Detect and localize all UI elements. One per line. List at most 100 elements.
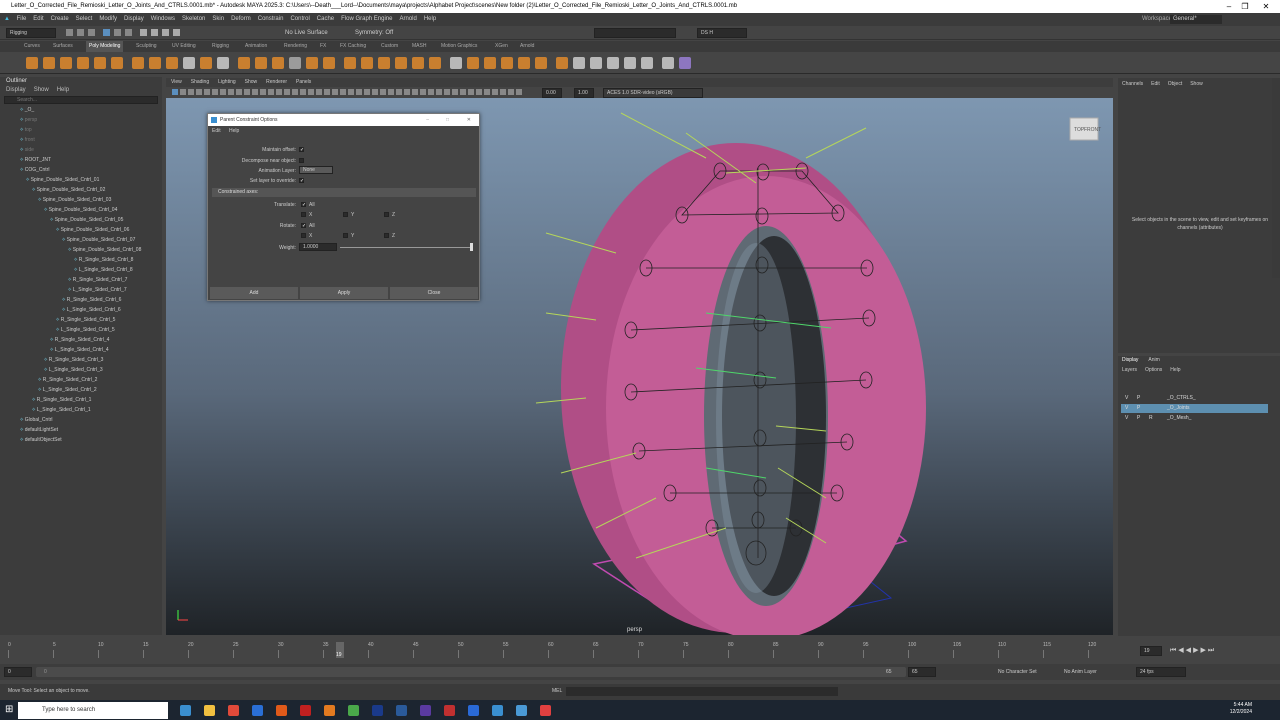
windows-start-icon[interactable]: ⊞ <box>5 704 13 715</box>
taskbar-search-input[interactable]: Type here to search <box>18 702 168 719</box>
viewport-tool-icon[interactable] <box>476 89 482 95</box>
outliner-item[interactable]: ⟡ COG_Cntrl <box>0 165 162 175</box>
viewport-menu-lighting[interactable]: Lighting <box>218 79 236 85</box>
shelf-tool-icon[interactable] <box>132 57 144 69</box>
shelf-tool-icon[interactable] <box>501 57 513 69</box>
constrained-axes-header[interactable]: Constrained axes: <box>212 188 476 197</box>
outliner-item[interactable]: ⟡ _O_ <box>0 105 162 115</box>
viewport-tool-icon[interactable] <box>252 89 258 95</box>
shelf-tab-motion-graphics[interactable]: Motion Graphics <box>441 41 477 52</box>
gamma-field[interactable]: 1.00 <box>574 88 594 98</box>
add-button[interactable]: Add <box>210 287 298 299</box>
viewport-tool-icon[interactable] <box>444 89 450 95</box>
viewport-tool-icon[interactable] <box>308 89 314 95</box>
shelf-tab-rigging[interactable]: Rigging <box>212 41 229 52</box>
viewport-tool-icon[interactable] <box>276 89 282 95</box>
viewport-tool-icon[interactable] <box>236 89 242 95</box>
shelf-tab-mash[interactable]: MASH <box>412 41 426 52</box>
shelf-tab-poly-modeling[interactable]: Poly Modeling <box>86 41 124 52</box>
outliner-item[interactable]: ⟡ Spine_Double_Sided_Cntrl_07 <box>0 235 162 245</box>
outliner-item[interactable]: ⟡ persp <box>0 115 162 125</box>
shelf-tool-icon[interactable] <box>60 57 72 69</box>
outliner-item[interactable]: ⟡ defaultLightSet <box>0 425 162 435</box>
channel-menu-show[interactable]: Show <box>1190 81 1203 87</box>
viewport-tool-icon[interactable] <box>212 89 218 95</box>
shelf-tab-xgen[interactable]: XGen <box>495 41 508 52</box>
outliner-item[interactable]: ⟡ L_Single_Sided_Cntrl_2 <box>0 385 162 395</box>
apply-button[interactable]: Apply <box>300 287 388 299</box>
viewport-tool-icon[interactable] <box>332 89 338 95</box>
shelf-tool-icon[interactable] <box>361 57 373 69</box>
outliner-item[interactable]: ⟡ L_Single_Sided_Cntrl_8 <box>0 265 162 275</box>
shelf-tool-icon[interactable] <box>77 57 89 69</box>
translate-y-checkbox[interactable] <box>343 212 348 217</box>
weight-slider-handle[interactable] <box>470 243 473 251</box>
taskbar-app-icon[interactable] <box>180 705 191 716</box>
menu-arnold[interactable]: Arnold <box>400 16 417 22</box>
shelf-tool-icon[interactable] <box>429 57 441 69</box>
viewport-tool-icon[interactable] <box>324 89 330 95</box>
shelf-tab-sculpting[interactable]: Sculpting <box>136 41 157 52</box>
dialog-close-icon[interactable]: ✕ <box>467 114 471 126</box>
menu-flow-graph-engine[interactable]: Flow Graph Engine <box>341 16 392 22</box>
layer-tab-anim[interactable]: Anim <box>1148 357 1159 363</box>
outliner-menu-display[interactable]: Display <box>6 87 26 93</box>
shelf-tool-icon[interactable] <box>111 57 123 69</box>
menu-create[interactable]: Create <box>51 16 69 22</box>
shelf-tab-arnold[interactable]: Arnold <box>520 41 534 52</box>
viewport-tool-icon[interactable] <box>188 89 194 95</box>
outliner-item[interactable]: ⟡ Global_Cntrl <box>0 415 162 425</box>
outliner-item[interactable]: ⟡ Spine_Double_Sided_Cntrl_03 <box>0 195 162 205</box>
outliner-item[interactable]: ⟡ Spine_Double_Sided_Cntrl_06 <box>0 225 162 235</box>
shelf-tool-icon[interactable] <box>238 57 250 69</box>
start-frame-field[interactable]: 0 <box>4 667 32 677</box>
workspace-select[interactable]: General* <box>1170 15 1222 24</box>
taskbar-app-icon[interactable] <box>420 705 431 716</box>
viewport-tool-icon[interactable] <box>260 89 266 95</box>
outliner-item[interactable]: ⟡ L_Single_Sided_Cntrl_7 <box>0 285 162 295</box>
taskbar-app-icon[interactable] <box>444 705 455 716</box>
dialog-minimize-button[interactable]: – <box>426 114 429 126</box>
taskbar-app-icon[interactable] <box>252 705 263 716</box>
outliner-item[interactable]: ⟡ R_Single_Sided_Cntrl_2 <box>0 375 162 385</box>
rotate-x-checkbox[interactable] <box>301 233 306 238</box>
taskbar-app-icon[interactable] <box>348 705 359 716</box>
outliner-item[interactable]: ⟡ R_Single_Sided_Cntrl_8 <box>0 255 162 265</box>
viewport-tool-icon[interactable] <box>428 89 434 95</box>
viewport-tool-icon[interactable] <box>244 89 250 95</box>
menu-skin[interactable]: Skin <box>212 16 224 22</box>
shelf-tab-fx-caching[interactable]: FX Caching <box>340 41 366 52</box>
layer-visibility-toggle[interactable]: V <box>1125 404 1128 413</box>
exposure-field[interactable]: 0.00 <box>542 88 562 98</box>
viewport-tool-icon[interactable] <box>284 89 290 95</box>
close-button[interactable]: Close <box>390 287 478 299</box>
status-icons[interactable] <box>66 29 266 38</box>
taskbar-app-icon[interactable] <box>300 705 311 716</box>
layer-playback-toggle[interactable]: P <box>1137 404 1140 413</box>
colorspace-select[interactable]: ACES 1.0 SDR-video (sRGB) <box>603 88 703 98</box>
channel-menu-edit[interactable]: Edit <box>1151 81 1160 87</box>
shelf-tab-uv-editing[interactable]: UV Editing <box>172 41 196 52</box>
input-field[interactable] <box>594 28 676 38</box>
outliner-item[interactable]: ⟡ ROOT_JNT <box>0 155 162 165</box>
outliner-item[interactable]: ⟡ Spine_Double_Sided_Cntrl_05 <box>0 215 162 225</box>
shelf-tool-icon[interactable] <box>395 57 407 69</box>
end-frame-field[interactable]: 65 <box>908 667 936 677</box>
shelf-tool-icon[interactable] <box>556 57 568 69</box>
dialog-menu-edit[interactable]: Edit <box>212 128 221 134</box>
layer-menu-options[interactable]: Options <box>1145 367 1162 373</box>
layer-row[interactable]: V P _O_CTRLS_ <box>1121 394 1268 403</box>
shelf-tool-icon[interactable] <box>149 57 161 69</box>
viewport-tool-icon[interactable] <box>300 89 306 95</box>
shelf-tab-animation[interactable]: Animation <box>245 41 267 52</box>
layer-row[interactable]: V P R _O_Mesh_ <box>1121 414 1268 423</box>
viewport-menu-renderer[interactable]: Renderer <box>266 79 287 85</box>
shelf-tool-icon[interactable] <box>200 57 212 69</box>
rotate-all-checkbox[interactable]: ✓ <box>301 223 306 229</box>
viewport-tool-icon[interactable] <box>516 89 522 95</box>
menu-select[interactable]: Select <box>76 16 93 22</box>
outliner-item[interactable]: ⟡ Spine_Double_Sided_Cntrl_01 <box>0 175 162 185</box>
viewport-tool-icon[interactable] <box>452 89 458 95</box>
shelf-tool-icon[interactable] <box>166 57 178 69</box>
outliner-item[interactable]: ⟡ L_Single_Sided_Cntrl_5 <box>0 325 162 335</box>
